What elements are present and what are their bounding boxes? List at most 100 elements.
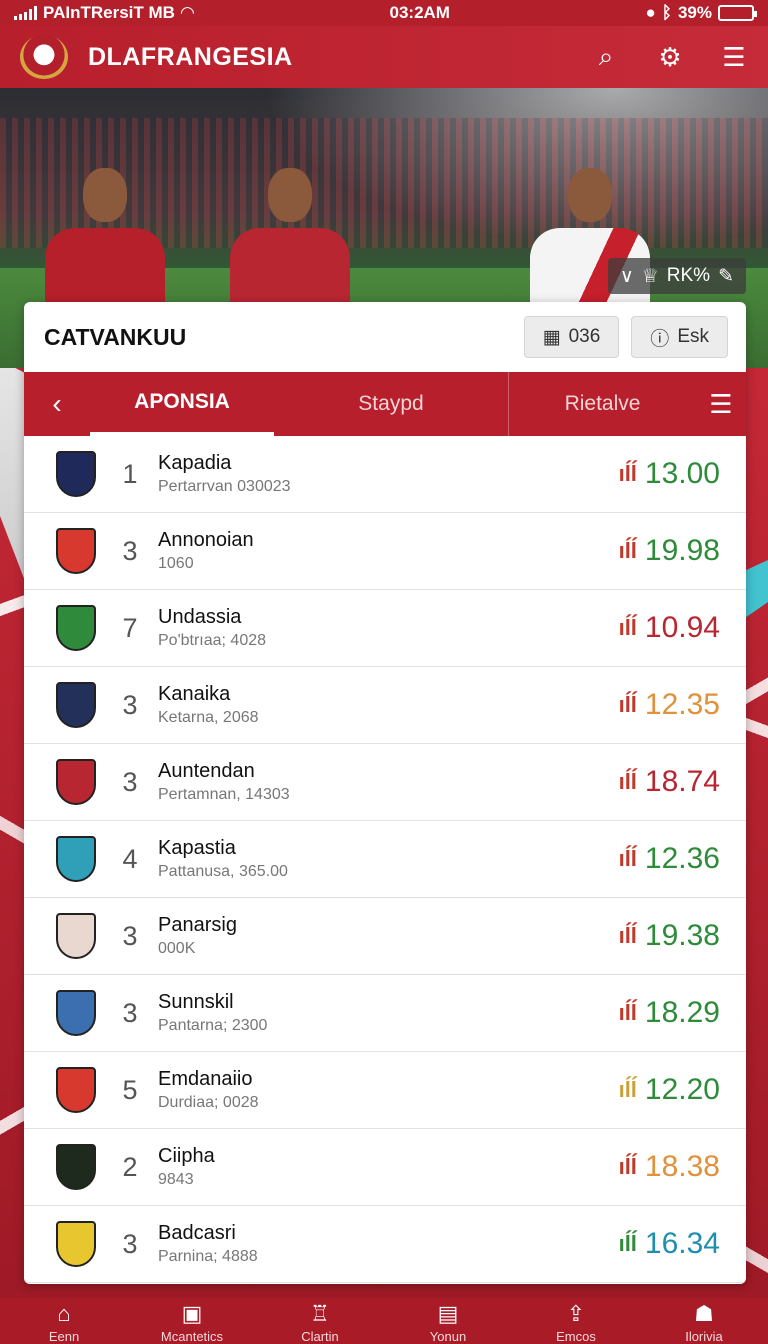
trophy-icon: ♕ (641, 265, 659, 287)
calendar-button[interactable]: ▦ 036 (523, 316, 620, 358)
calendar-icon: ▣ (181, 1301, 203, 1326)
list-menu-icon[interactable]: ☰ (696, 372, 746, 436)
team-subtitle: Parnina; 4888 (158, 1248, 258, 1265)
card-header: CATVANKUU ▦ 036 ⓘ Esk (24, 302, 746, 372)
score: ıĺĺ 16.34 (619, 1227, 720, 1261)
score-value: 10.94 (644, 611, 720, 644)
calendar-icon: ▦ (542, 326, 561, 348)
odds-icon: ıĺĺ (618, 692, 637, 717)
nav-item-emcos[interactable]: ⇪ Emcos (521, 1298, 631, 1344)
battery-icon (717, 5, 757, 21)
team-info: Sunnskil Pantarna; 2300 (158, 991, 267, 1035)
team-subtitle: 000K (158, 940, 196, 957)
odds-icon: ıĺĺ (618, 1154, 637, 1179)
team-name: Kapadia (158, 452, 232, 474)
hero-badge[interactable]: ∨ ♕ RK% ✎ (607, 258, 746, 294)
team-info: Badcasri Parnina; 4888 (158, 1222, 258, 1266)
table-row[interactable]: 3 Panarsig 000K ıĺĺ 19.38 (24, 898, 746, 975)
score: ıĺĺ 12.20 (619, 1073, 720, 1107)
standings-list: 1 Kapadia Pertarrvan 030023 ıĺĺ 13.00 3 Annono… (24, 436, 746, 1283)
search-icon[interactable]: ⌕ (592, 41, 620, 73)
score: ıĺĺ 19.98 (619, 534, 720, 568)
rank: 3 (122, 766, 138, 797)
team-name: Badcasri (158, 1222, 236, 1244)
table-row[interactable]: 2 Ciipha 9843 ıĺĺ 18.38 (24, 1129, 746, 1206)
score-value: 12.20 (644, 1073, 720, 1106)
table-row[interactable]: 3 Kanaika Ketarna, 2068 ıĺĺ 12.35 (24, 667, 746, 744)
team-subtitle: 9843 (158, 1171, 194, 1188)
team-crest-icon (56, 913, 96, 959)
team-subtitle: Durdiaa; 0028 (158, 1094, 259, 1111)
info-button-label: Esk (677, 326, 709, 347)
header-actions: ⌕ ⚙ ☰ (592, 41, 748, 73)
table-row[interactable]: 3 Annonoian 1060 ıĺĺ 19.98 (24, 513, 746, 590)
calendar-button-label: 036 (568, 326, 601, 347)
team-crest-icon (56, 1144, 96, 1190)
odds-icon: ıĺĺ (618, 1077, 637, 1102)
team-info: Panarsig 000K (158, 914, 237, 958)
profile-icon: ☗ (694, 1301, 714, 1326)
tab-aponsia[interactable]: APONSIA (90, 372, 274, 436)
table-row[interactable]: 3 Badcasri Parnina; 4888 ıĺĺ 16.34 (24, 1206, 746, 1283)
rank: 1 (122, 458, 138, 489)
score-value: 12.35 (644, 688, 720, 721)
nav-label: Mcantetics (160, 1329, 224, 1344)
team-crest-icon (56, 836, 96, 882)
team-crest-icon (56, 1067, 96, 1113)
rank: 3 (122, 920, 138, 951)
team-info: Emdanaiio Durdiaa; 0028 (158, 1068, 259, 1112)
team-name: Emdanaiio (158, 1068, 253, 1090)
team-subtitle: Pantarna; 2300 (158, 1017, 268, 1034)
team-subtitle: Pattanusa, 365.00 (158, 863, 288, 880)
app-logo[interactable] (20, 35, 68, 79)
table-row[interactable]: 5 Emdanaiio Durdiaa; 0028 ıĺĺ 12.20 (24, 1052, 746, 1129)
rank: 3 (122, 997, 138, 1028)
info-button[interactable]: ⓘ Esk (631, 316, 728, 358)
score: ıĺĺ 18.74 (619, 765, 720, 799)
rank: 7 (122, 612, 138, 643)
battery-percent: 39% (677, 3, 712, 22)
signal-icon (14, 6, 37, 20)
score: ıĺĺ 10.94 (619, 611, 720, 645)
team-name: Panarsig (158, 914, 237, 936)
status-bar: PAInTRersiT MB ◠ 03:2AM ● ᛒ 39% (0, 0, 768, 26)
team-subtitle: 1060 (158, 555, 194, 572)
back-icon[interactable]: ‹ (24, 372, 90, 436)
team-name: Kapastia (158, 837, 236, 859)
tab-staypd[interactable]: Staypd (274, 372, 508, 436)
team-crest-icon (56, 759, 96, 805)
nav-item-ilorivia[interactable]: ☗ Ilorivia (649, 1298, 759, 1344)
settings-icon[interactable]: ⚙ (656, 42, 684, 73)
edit-icon: ✎ (718, 265, 734, 287)
team-crest-icon (56, 682, 96, 728)
menu-icon[interactable]: ☰ (720, 42, 748, 73)
share-icon: ⇪ (566, 1301, 586, 1326)
team-crest-icon (56, 990, 96, 1036)
nav-item-yonun[interactable]: ▤ Yonun (393, 1298, 503, 1344)
odds-icon: ıĺĺ (618, 538, 637, 563)
status-left: PAInTRersiT MB ◠ (14, 3, 194, 23)
nav-item-eenn[interactable]: ⌂ Eenn (9, 1298, 119, 1344)
tab-rietalve[interactable]: Rietalve (508, 372, 696, 436)
score-value: 16.34 (644, 1227, 720, 1260)
nav-label: Clartin (301, 1329, 339, 1344)
odds-icon: ıĺĺ (618, 923, 637, 948)
table-row[interactable]: 4 Kapastia Pattanusa, 365.00 ıĺĺ 12.36 (24, 821, 746, 898)
table-row[interactable]: 7 Undassia Po'btrıaa; 4028 ıĺĺ 10.94 (24, 590, 746, 667)
team-name: Kanaika (158, 683, 231, 705)
score: ıĺĺ 18.29 (619, 996, 720, 1030)
team-subtitle: Ketarna, 2068 (158, 709, 259, 726)
score-value: 18.38 (644, 1150, 720, 1183)
hero-badge-label: RK% (666, 265, 711, 286)
status-right: ● ᛒ 39% (645, 3, 757, 23)
table-row[interactable]: 3 Sunnskil Pantarna; 2300 ıĺĺ 18.29 (24, 975, 746, 1052)
table-row[interactable]: 1 Kapadia Pertarrvan 030023 ıĺĺ 13.00 (24, 436, 746, 513)
card-title: CATVANKUU (44, 323, 187, 350)
nav-item-mcantetics[interactable]: ▣ Mcantetics (137, 1298, 247, 1344)
bottom-nav: ⌂ Eenn ▣ Mcantetics ♖ Clartin ▤ Yonun ⇪ Emcos ☗ Ilo… (0, 1298, 768, 1344)
nav-label: Ilorivia (685, 1329, 723, 1344)
score-value: 19.38 (644, 919, 720, 952)
nav-item-clartin[interactable]: ♖ Clartin (265, 1298, 375, 1344)
rank: 4 (122, 843, 138, 874)
table-row[interactable]: 3 Auntendan Pertamnan, 14303 ıĺĺ 18.74 (24, 744, 746, 821)
